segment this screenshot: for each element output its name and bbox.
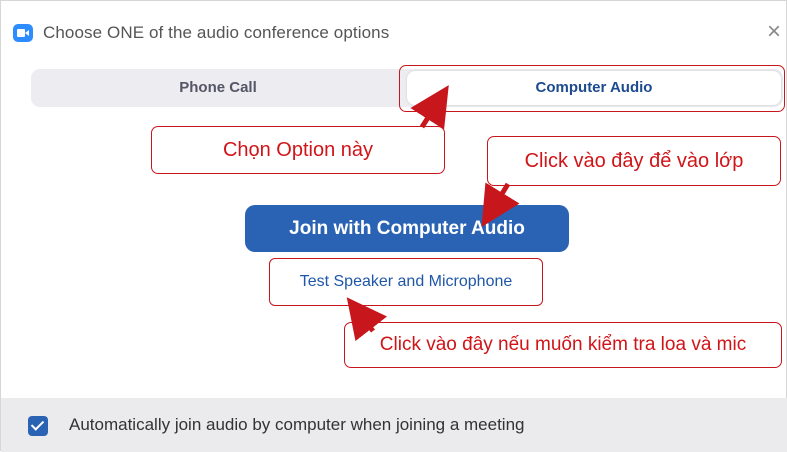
auto-join-label: Automatically join audio by computer whe… xyxy=(69,415,525,434)
zoom-camera-icon xyxy=(13,24,33,42)
join-computer-audio-button[interactable]: Join with Computer Audio xyxy=(245,205,569,252)
annotation-choose-option: Chọn Option này xyxy=(151,126,445,174)
title-bar: Choose ONE of the audio conference optio… xyxy=(1,1,787,44)
audio-options-dialog: Choose ONE of the audio conference optio… xyxy=(0,0,787,452)
footer-bar: Automatically join audio by computer whe… xyxy=(1,398,787,452)
annotation-click-to-test: Click vào đây nếu muốn kiểm tra loa và m… xyxy=(344,322,782,368)
dialog-title: Choose ONE of the audio conference optio… xyxy=(43,23,390,42)
auto-join-checkbox[interactable] xyxy=(28,416,48,436)
tab-phone-call[interactable]: Phone Call xyxy=(31,71,405,105)
test-speaker-microphone-link[interactable]: Test Speaker and Microphone xyxy=(269,258,543,306)
annotation-click-to-join: Click vào đây để vào lớp xyxy=(487,136,781,186)
annotation-highlight-computer-audio-tab xyxy=(399,65,785,112)
close-icon[interactable]: × xyxy=(763,20,785,44)
